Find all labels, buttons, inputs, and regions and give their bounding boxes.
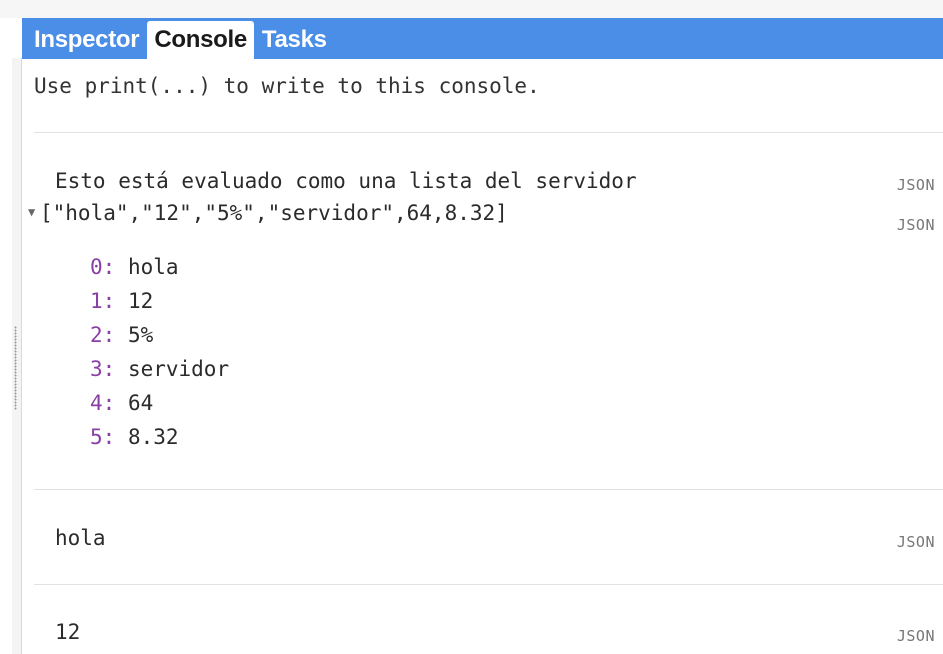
array-item: 2: 5%	[90, 318, 229, 352]
array-item-index: 1:	[90, 289, 116, 313]
array-item-index: 3:	[90, 357, 116, 381]
resize-grip-icon[interactable]	[14, 326, 17, 410]
tab-console[interactable]: Console	[147, 21, 254, 59]
array-item: 3: servidor	[90, 352, 229, 386]
array-item-value: 64	[127, 391, 154, 415]
window-top-strip	[0, 0, 943, 18]
entry-separator	[34, 584, 943, 585]
array-item-value: hola	[127, 255, 179, 279]
log-entry-text: Esto está evaluado como una lista del se…	[55, 169, 637, 193]
log-entry-text: 12	[55, 620, 81, 644]
panel-tab-bar: Inspector Console Tasks	[22, 18, 943, 59]
json-toggle[interactable]: JSON	[897, 176, 935, 194]
array-item-index: 2:	[90, 323, 116, 347]
array-item: 5: 8.32	[90, 420, 229, 454]
console-output: Use print(...) to write to this console.…	[22, 59, 943, 654]
json-toggle[interactable]: JSON	[897, 533, 935, 551]
console-intro: Use print(...) to write to this console.	[34, 74, 540, 98]
entry-separator	[34, 489, 943, 490]
tab-tasks[interactable]: Tasks	[256, 21, 333, 59]
array-entry-text: ["hola","12","5%","servidor",64,8.32]	[40, 201, 508, 225]
log-entry-text: hola	[55, 526, 106, 550]
array-item-index: 4:	[90, 391, 116, 415]
json-toggle[interactable]: JSON	[897, 216, 935, 234]
entry-separator	[34, 132, 943, 133]
array-entry-header[interactable]: ▼ ["hola","12","5%","servidor",64,8.32]	[28, 201, 508, 225]
json-toggle[interactable]: JSON	[897, 627, 935, 645]
array-item: 0: hola	[90, 250, 229, 284]
array-item: 1: 12	[90, 284, 229, 318]
array-item-index: 5:	[90, 425, 116, 449]
array-item: 4: 64	[90, 386, 229, 420]
array-item-value: servidor	[127, 357, 230, 381]
array-item-value: 8.32	[127, 425, 179, 449]
array-item-index: 0:	[90, 255, 116, 279]
array-item-value: 5%	[127, 323, 154, 347]
array-item-list: 0: hola 1: 12 2: 5% 3: servidor 4: 64 5:…	[90, 250, 229, 454]
array-item-value: 12	[127, 289, 154, 313]
caret-down-icon[interactable]: ▼	[28, 205, 40, 219]
tab-inspector[interactable]: Inspector	[28, 21, 145, 59]
